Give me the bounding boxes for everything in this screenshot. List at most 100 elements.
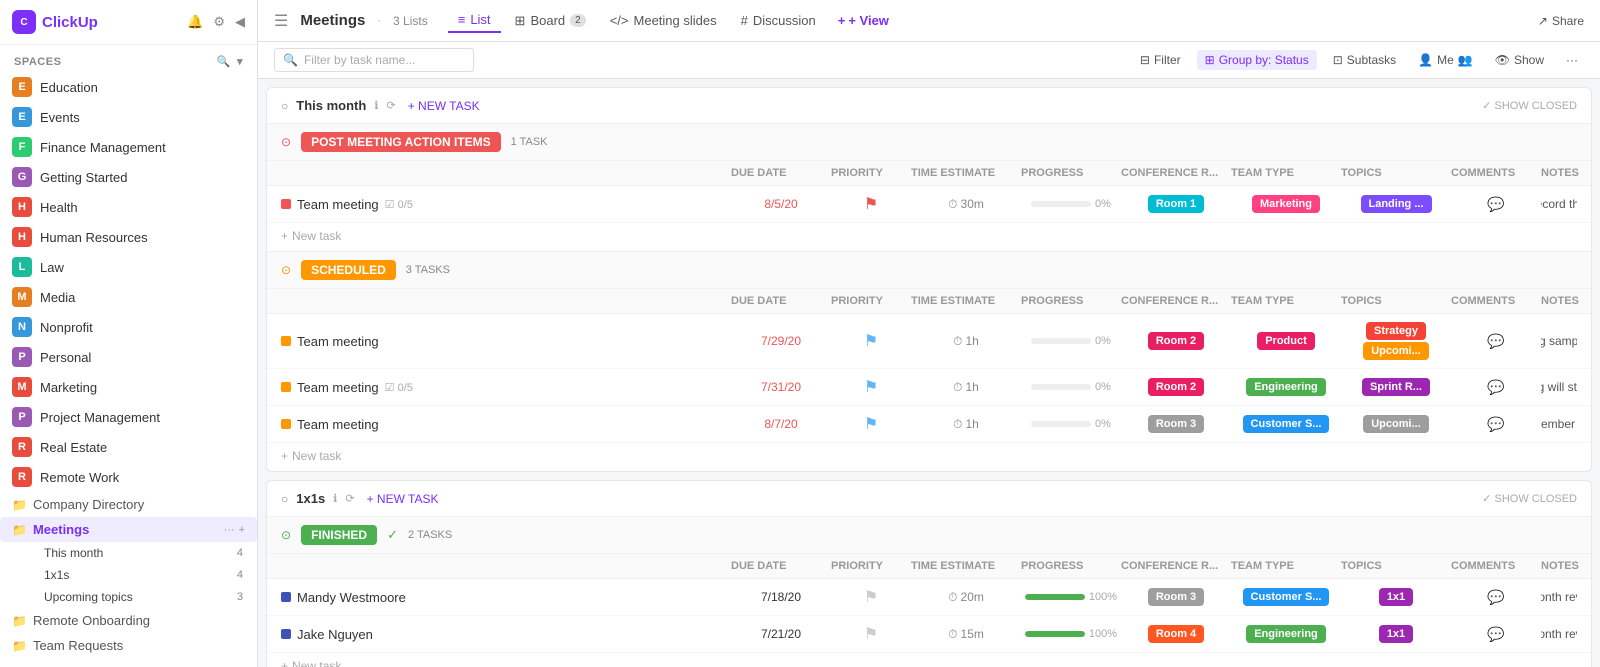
group-toggle-finished[interactable]: ⊙ <box>281 528 291 542</box>
new-task-button-1x1s[interactable]: + NEW TASK <box>367 492 439 506</box>
sidebar-item-health[interactable]: H Health <box>0 192 257 222</box>
notes-cell: Remember to re <box>1541 417 1577 431</box>
sidebar-item-remote-work[interactable]: R Remote Work <box>0 462 257 492</box>
comments-cell[interactable]: 💬 <box>1451 626 1541 643</box>
topic-tag-1: Strategy <box>1366 322 1426 340</box>
new-task-row-post-meeting[interactable]: + New task <box>267 223 1591 251</box>
tab-slides-label: Meeting slides <box>634 13 717 28</box>
sidebar-item-finance[interactable]: F Finance Management <box>0 132 257 162</box>
section-auto-1x1s[interactable]: ⟳ <box>345 492 354 505</box>
sidebar-item-label-re: Real Estate <box>40 440 245 455</box>
add-icon[interactable]: + <box>239 524 245 536</box>
sidebar-item-label-events: Events <box>40 110 245 125</box>
separator: · <box>377 15 381 27</box>
sidebar-item-real-estate[interactable]: R Real Estate <box>0 432 257 462</box>
sidebar-item-icon-finance: F <box>12 137 32 157</box>
new-task-button-this-month[interactable]: + NEW TASK <box>408 99 480 113</box>
team-type-cell: Customer S... <box>1231 588 1341 606</box>
tab-board-label: Board <box>530 13 565 28</box>
more-options-icon[interactable]: ··· <box>224 524 235 536</box>
sub-item-count-upcoming: 3 <box>237 591 243 603</box>
team-type-tag: Engineering <box>1246 625 1326 643</box>
group-finished-header: ⊙ FINISHED ✓ 2 TASKS <box>267 517 1591 554</box>
sidebar-sub-item-upcoming-topics[interactable]: Upcoming topics 3 <box>0 586 257 608</box>
sidebar-folder-company-directory[interactable]: 📁 Company Directory <box>0 492 257 517</box>
comment-icon[interactable]: 💬 <box>1487 416 1504 433</box>
comments-cell[interactable]: 💬 <box>1451 333 1541 350</box>
sidebar-sub-item-1x1s[interactable]: 1x1s 4 <box>0 564 257 586</box>
show-button[interactable]: 👁 Show <box>1489 50 1550 70</box>
task-name-cell: Jake Nguyen <box>281 627 731 642</box>
show-closed-this-month[interactable]: ✓ SHOW CLOSED <box>1482 99 1577 112</box>
section-info-this-month[interactable]: ℹ <box>374 99 378 112</box>
tab-meeting-slides[interactable]: </> Meeting slides <box>600 9 727 32</box>
sidebar-item-media[interactable]: M Media <box>0 282 257 312</box>
comment-icon[interactable]: 💬 <box>1487 626 1504 643</box>
sidebar-item-law[interactable]: L Law <box>0 252 257 282</box>
document-icon: ☰ <box>274 11 288 31</box>
group-by-button[interactable]: ⊞ Group by: Status <box>1197 50 1317 70</box>
comments-cell[interactable]: 💬 <box>1451 379 1541 396</box>
time-value: 20m <box>961 590 984 604</box>
comment-icon[interactable]: 💬 <box>1487 589 1504 606</box>
comment-icon[interactable]: 💬 <box>1487 333 1504 350</box>
task-check-status[interactable]: ☑ 0/5 <box>385 198 413 211</box>
subtasks-button[interactable]: ⊡ Subtasks <box>1327 50 1402 70</box>
comment-icon[interactable]: 💬 <box>1487 196 1504 213</box>
col-task-name-s <box>281 295 731 307</box>
col-time-estimate-f: TIME ESTIMATE <box>911 560 1021 572</box>
section-toggle-this-month[interactable]: ○ <box>281 99 288 113</box>
comments-cell[interactable]: 💬 <box>1451 196 1541 213</box>
sidebar-item-label-hr: Human Resources <box>40 230 245 245</box>
tab-list[interactable]: ≡ List <box>448 8 501 33</box>
sub-item-label-upcoming: Upcoming topics <box>44 590 133 604</box>
add-view-button[interactable]: + + View <box>830 9 897 32</box>
sidebar-item-nonprofit[interactable]: N Nonprofit <box>0 312 257 342</box>
section-toggle-1x1s[interactable]: ○ <box>281 492 288 506</box>
new-task-row-1x1s[interactable]: + New task <box>267 653 1591 667</box>
more-button[interactable]: ··· <box>1560 50 1584 70</box>
sidebar-item-human-resources[interactable]: H Human Resources <box>0 222 257 252</box>
comment-icon[interactable]: 💬 <box>1487 379 1504 396</box>
conference-room-cell: Room 3 <box>1121 415 1231 433</box>
share-button[interactable]: ↗ Share <box>1538 14 1584 28</box>
tab-discussion[interactable]: # Discussion <box>731 9 826 32</box>
sidebar-item-label-education: Education <box>40 80 245 95</box>
group-toggle-post-meeting[interactable]: ⊙ <box>281 135 291 149</box>
search-box[interactable]: 🔍 Filter by task name... <box>274 48 474 72</box>
comments-cell[interactable]: 💬 <box>1451 416 1541 433</box>
task-check-status[interactable]: ☑ 0/5 <box>385 381 413 394</box>
tab-board[interactable]: ⊞ Board 2 <box>505 9 596 33</box>
new-task-row-scheduled[interactable]: + New task <box>267 443 1591 471</box>
sidebar-item-events[interactable]: E Events <box>0 102 257 132</box>
sidebar-folder-meetings[interactable]: 📁 Meetings ··· + <box>0 517 257 542</box>
sidebar-item-personal[interactable]: P Personal <box>0 342 257 372</box>
filter-button[interactable]: ⊟ Filter <box>1134 50 1187 70</box>
comments-cell[interactable]: 💬 <box>1451 589 1541 606</box>
me-button[interactable]: 👤 Me 👥 <box>1412 50 1479 70</box>
collapse-icon[interactable]: ◀ <box>235 14 245 30</box>
chevron-down-icon[interactable]: ▾ <box>237 55 243 68</box>
sidebar-header-icons: 🔔 ⚙ ◀ <box>187 14 245 30</box>
sidebar-item-marketing[interactable]: M Marketing <box>0 372 257 402</box>
col-time-estimate-s: TIME ESTIMATE <box>911 295 1021 307</box>
bell-icon[interactable]: 🔔 <box>187 14 203 30</box>
group-toggle-scheduled[interactable]: ⊙ <box>281 263 291 277</box>
sidebar-folder-team-requests[interactable]: 📁 Team Requests <box>0 633 257 658</box>
sidebar-item-project-management[interactable]: P Project Management <box>0 402 257 432</box>
task-color-indicator <box>281 336 291 346</box>
topics-cell: 1x1 <box>1341 625 1451 643</box>
app-logo[interactable]: C ClickUp <box>12 10 98 34</box>
show-closed-1x1s[interactable]: ✓ SHOW CLOSED <box>1482 492 1577 505</box>
sidebar-sub-item-this-month[interactable]: This month 4 <box>0 542 257 564</box>
search-icon[interactable]: 🔍 <box>217 55 231 68</box>
sidebar-item-education[interactable]: E Education <box>0 72 257 102</box>
section-auto-this-month[interactable]: ⟳ <box>386 99 395 112</box>
section-info-1x1s[interactable]: ℹ <box>333 492 337 505</box>
gear-icon[interactable]: ⚙ <box>213 14 225 30</box>
topic-tag: 1x1 <box>1379 588 1413 606</box>
sidebar-folder-remote-onboarding[interactable]: 📁 Remote Onboarding <box>0 608 257 633</box>
conference-room-tag: Room 4 <box>1148 625 1204 643</box>
sidebar-item-getting-started[interactable]: G Getting Started <box>0 162 257 192</box>
progress-pct: 100% <box>1089 591 1117 603</box>
